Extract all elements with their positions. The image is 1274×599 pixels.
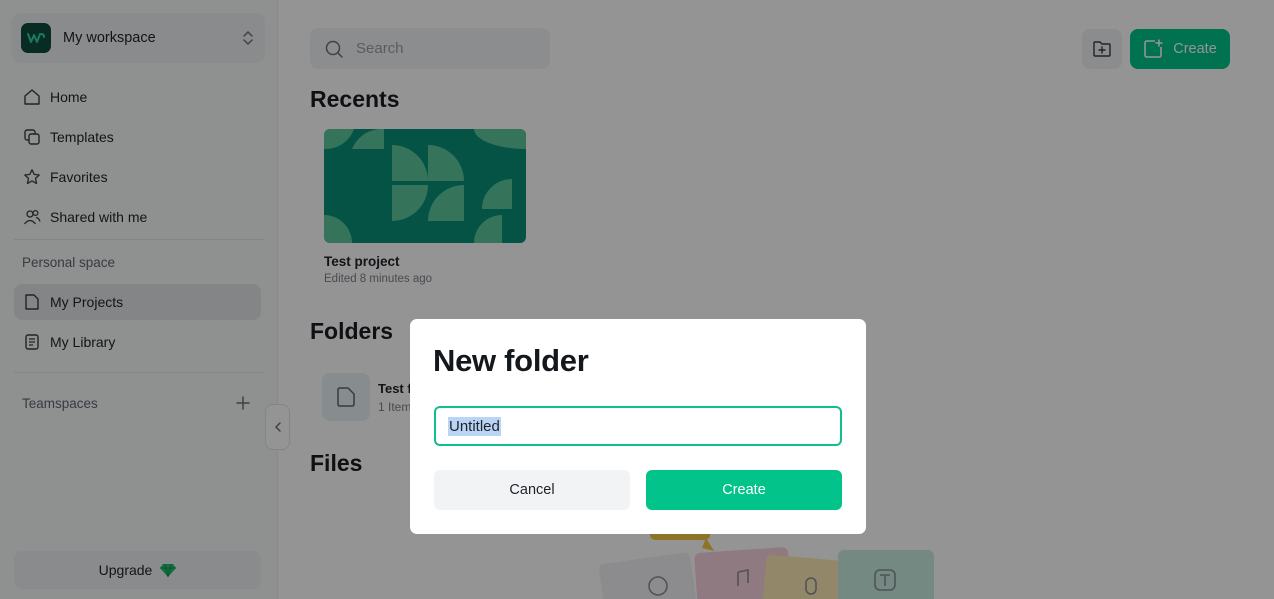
dialog-title: New folder (433, 343, 589, 378)
folder-name-input[interactable]: Untitled (434, 406, 842, 446)
cancel-button[interactable]: Cancel (434, 470, 630, 510)
dialog-create-button[interactable]: Create (646, 470, 842, 510)
new-folder-dialog: New folder Untitled Cancel Create (410, 319, 866, 534)
folder-name-value[interactable]: Untitled (448, 416, 501, 436)
